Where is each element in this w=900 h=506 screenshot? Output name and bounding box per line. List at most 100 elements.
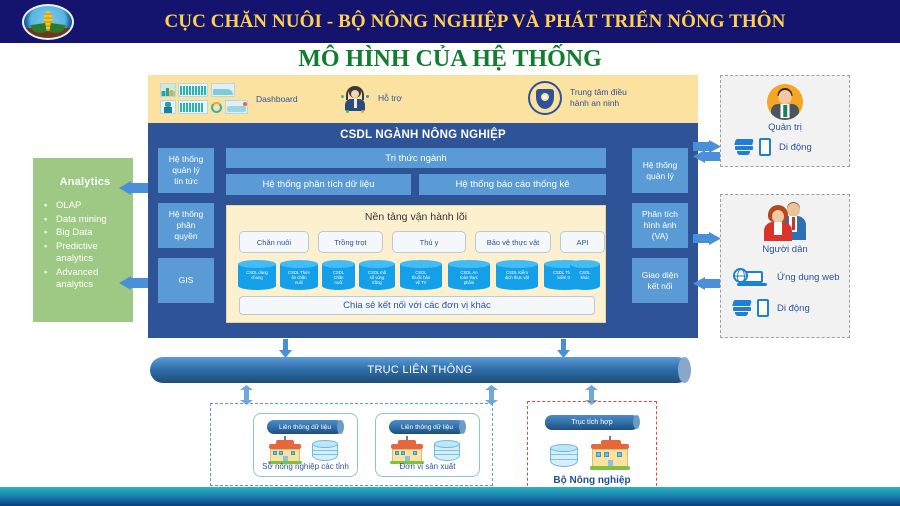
card-provincial-department[interactable]: Liên thông dữ liệu Sở nông nghiệp các tỉ… [253, 413, 358, 477]
database-icon [550, 444, 578, 470]
pill-data-interchange: Liên thông dữ liệu [267, 420, 344, 434]
mobile-device-icon [732, 299, 769, 317]
module-label: GIS [178, 275, 194, 285]
chip-thu-y[interactable]: Thú y [392, 231, 466, 253]
database-cylinder[interactable]: CSDL khác [570, 260, 600, 290]
arrow-to-citizen-panel [693, 232, 721, 245]
support-agent-icon [340, 83, 370, 113]
core-platform-title: Nền tảng vận hành lõi [364, 211, 468, 223]
pill-label: Trục tích hợp [571, 419, 613, 426]
admin-device-label: Di động [779, 141, 812, 153]
arrow-analytics-bottom [119, 276, 149, 290]
ministry-icons [550, 436, 630, 470]
module-label: Giao diện kết nối [641, 269, 679, 291]
module-label: Hệ thống quản lý tin tức [168, 154, 204, 186]
admin-user-panel: Quản trị Di động [720, 75, 850, 167]
arrow-from-admin-panel [693, 150, 721, 163]
database-cylinder[interactable]: CSDL Chăn nuôi [322, 260, 355, 290]
page-title: MÔ HÌNH CỦA HỆ THỐNG [298, 45, 602, 72]
chip-label: Bảo vệ thực vật [486, 237, 540, 247]
core-platform: Nền tảng vận hành lõi Chăn nuôi Trồng tr… [226, 205, 606, 323]
chip-api[interactable]: API [560, 231, 605, 253]
arrow-panel-to-trunk-left [279, 339, 292, 358]
database-icon [434, 440, 460, 464]
building-icon [268, 436, 302, 464]
database-cylinder[interactable]: CSDL dùng chung [238, 260, 276, 290]
share-connection-label: Chia sẻ kết nối với các đơn vị khác [343, 300, 491, 311]
row-statistical-report[interactable]: Hệ thống báo cáo thống kê [419, 174, 606, 195]
dashboard-icon [160, 83, 248, 116]
database-cylinder[interactable]: CSDL An toàn thực phẩm [448, 260, 490, 290]
arrow-trunk-to-producers [485, 385, 498, 405]
module-permission[interactable]: Hệ thống phân quyền [158, 203, 214, 248]
strip-label-dashboard: Dashboard [256, 94, 298, 104]
row-data-analysis[interactable]: Hệ thống phân tích dữ liệu [226, 174, 411, 195]
database-label: CSDL thuốc bảo vệ TV [411, 270, 431, 286]
security-shield-icon [528, 81, 562, 115]
list-item: Predictive analytics [43, 240, 127, 266]
module-gis[interactable]: GIS [158, 258, 214, 303]
pill-label: Liên thông dữ liệu [400, 423, 454, 431]
arrow-panel-to-trunk-right [557, 339, 570, 358]
citizen-role-label: Người dân [762, 244, 808, 255]
database-label: CSDL dùng chung [246, 270, 268, 281]
main-database-panel: CSDL NGÀNH NÔNG NGHIỆP Hệ thống quản lý … [148, 123, 698, 338]
list-item: Data mining [43, 213, 127, 227]
row-industry-knowledge[interactable]: Tri thức ngành [226, 148, 606, 168]
module-news-management[interactable]: Hệ thống quản lý tin tức [158, 148, 214, 193]
card-caption: Đơn vị sản xuất [399, 462, 456, 471]
building-icon [590, 436, 630, 470]
module-management-system[interactable]: Hệ thống quản lý [632, 148, 688, 193]
card-caption: Sở nông nghiệp các tỉnh [262, 462, 349, 471]
strip-item-security-center[interactable]: Trung tâm điều hành an ninh [528, 81, 627, 115]
mobile-device-icon [734, 138, 771, 156]
citizen-user-panel: Người dân Ứng dụng web Di động [720, 194, 850, 338]
strip-label-security-center: Trung tâm điều hành an ninh [570, 87, 627, 108]
citizens-avatar-icon [762, 201, 808, 241]
chip-label: API [576, 237, 589, 247]
arrow-analytics-top [119, 181, 149, 195]
citizen-device-mobile[interactable]: Di động [732, 299, 810, 317]
citizen-device-web-label: Ứng dụng web [777, 271, 840, 283]
pill-label: Liên thông dữ liệu [278, 423, 332, 431]
module-connection-interface[interactable]: Giao diện kết nối [632, 258, 688, 303]
database-label: CSDL mã số vùng trồng [368, 270, 386, 286]
database-label: CSDL khác [579, 270, 591, 281]
database-cylinder[interactable]: CSDL Kiểm dịch thực vật [496, 260, 538, 290]
database-cylinder[interactable]: CSDL thuốc bảo vệ TV [400, 260, 442, 290]
module-video-analytics[interactable]: Phân tích hình ảnh (VA) [632, 203, 688, 248]
strip-item-dashboard[interactable]: Dashboard [160, 83, 298, 116]
database-cylinder[interactable]: CSDL Thức ăn chăn nuôi [280, 260, 318, 290]
integration-trunk-label: TRỤC LIÊN THÔNG [367, 364, 473, 376]
database-icon [312, 440, 338, 464]
analytics-list: OLAP Data mining Big Data Predictive ana… [43, 199, 127, 292]
chip-trong-trot[interactable]: Trồng trọt [318, 231, 383, 253]
citizen-device-web[interactable]: Ứng dụng web [733, 267, 840, 287]
strip-item-support[interactable]: Hỗ trợ [340, 83, 402, 113]
row-label: Hệ thống phân tích dữ liệu [262, 179, 375, 190]
ministry-caption: Bộ Nông nghiệp [553, 475, 631, 486]
list-item: Big Data [43, 226, 127, 240]
list-item: Advanced analytics [43, 266, 127, 292]
module-label: Hệ thống quản lý [642, 159, 678, 181]
strip-label-support: Hỗ trợ [378, 92, 402, 103]
database-cylinder[interactable]: CSDL mã số vùng trồng [359, 260, 395, 290]
module-label: Hệ thống phân quyền [168, 209, 204, 241]
chip-chan-nuoi[interactable]: Chăn nuôi [239, 231, 309, 253]
database-label: CSDL Thức ăn chăn nuôi [288, 270, 310, 286]
top-services-strip: Dashboard Hỗ trợ Trung tâm điều hành an [148, 75, 698, 123]
share-connection-bar[interactable]: Chia sẻ kết nối với các đơn vị khác [239, 296, 595, 315]
admin-device-mobile[interactable]: Di động [734, 138, 812, 156]
main-panel-title: CSDL NGÀNH NÔNG NGHIỆP [340, 129, 506, 141]
header-bar: CỤC CHĂN NUÔI - BỘ NÔNG NGHIỆP VÀ PHÁT T… [0, 0, 900, 43]
chip-bao-ve-thuc-vat[interactable]: Bảo vệ thực vật [475, 231, 551, 253]
chip-label: Trồng trọt [334, 237, 367, 247]
integration-trunk-bar[interactable]: TRỤC LIÊN THÔNG [150, 357, 691, 383]
card-production-unit[interactable]: Liên thông dữ liệu Đơn vị sản xuất [375, 413, 480, 477]
admin-role-label: Quản trị [768, 122, 802, 133]
card-icons [268, 436, 338, 464]
database-label: CSDL Kiểm dịch thực vật [505, 270, 529, 281]
chip-label: Thú y [419, 237, 439, 247]
admin-avatar-icon [767, 84, 803, 120]
citizen-device-mobile-label: Di động [777, 302, 810, 314]
